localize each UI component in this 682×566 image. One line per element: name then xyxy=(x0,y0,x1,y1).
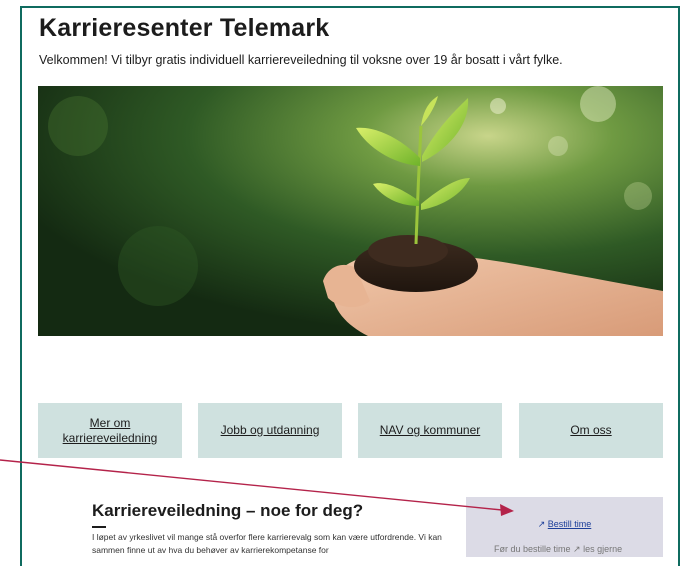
booking-note: Før du bestille time ↗ les gjerne xyxy=(494,544,623,554)
section-text: I løpet av yrkeslivet vil mange stå over… xyxy=(92,532,442,555)
nav-link-nav[interactable]: NAV og kommuner xyxy=(380,423,480,438)
nav-link-jobb[interactable]: Jobb og utdanning xyxy=(221,423,320,438)
title-underline xyxy=(92,526,106,528)
hero-image xyxy=(38,86,663,336)
nav-box-jobb[interactable]: Jobb og utdanning xyxy=(198,403,342,458)
book-appointment-label[interactable]: Bestill time xyxy=(548,519,592,529)
book-appointment-link[interactable]: ↗ Bestill time xyxy=(466,519,663,530)
seedling-in-hands-photo xyxy=(38,86,663,336)
external-link-icon: ↗ xyxy=(537,519,546,529)
section-title: Karriereveiledning – noe for deg? xyxy=(92,501,364,520)
nav-link-om-oss[interactable]: Om oss xyxy=(570,423,611,438)
nav-box-mer-om[interactable]: Mer om karriereveiledning xyxy=(38,403,182,458)
nav-link-mer-om[interactable]: Mer om karriereveiledning xyxy=(48,416,172,446)
page-title: Karrieresenter Telemark xyxy=(39,14,330,42)
nav-box-nav[interactable]: NAV og kommuner xyxy=(358,403,502,458)
nav-box-om-oss[interactable]: Om oss xyxy=(519,403,663,458)
booking-box: ↗ Bestill time Før du bestille time ↗ le… xyxy=(466,497,663,557)
intro-text: Velkommen! Vi tilbyr gratis individuell … xyxy=(39,53,563,67)
